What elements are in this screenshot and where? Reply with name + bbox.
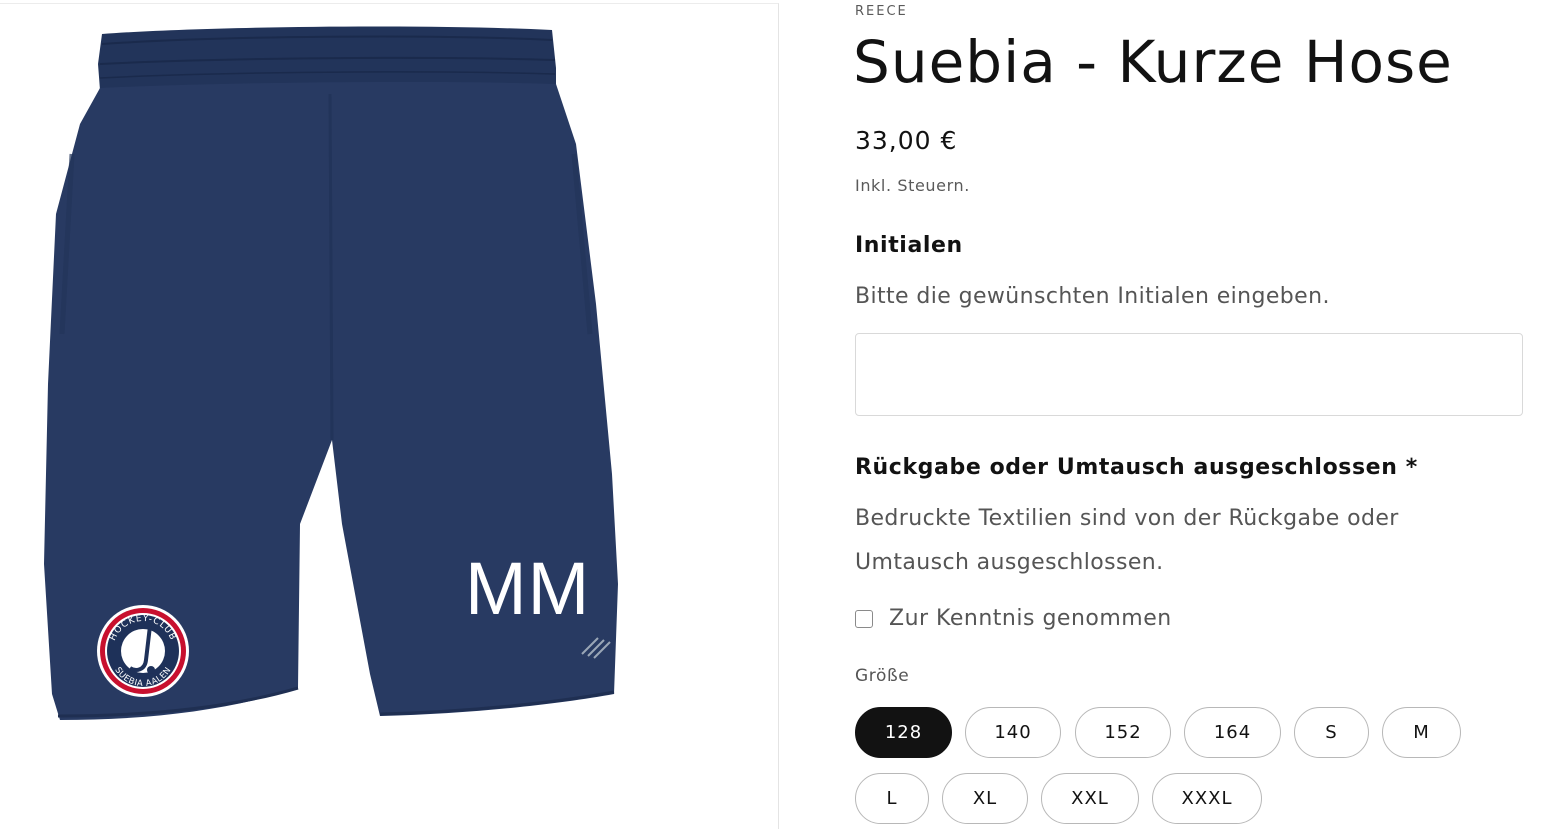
product-image-shorts[interactable]: HOCKEY-CLUB SUEBIA AALEN: [0, 4, 779, 829]
initials-input[interactable]: [855, 333, 1523, 416]
size-option-l[interactable]: L: [855, 773, 929, 824]
acknowledge-checkbox[interactable]: [855, 609, 873, 628]
product-media-panel: HOCKEY-CLUB SUEBIA AALEN MM: [0, 3, 779, 829]
size-option-164[interactable]: 164: [1184, 707, 1281, 758]
initials-label: Initialen: [855, 233, 963, 258]
acknowledge-label[interactable]: Zur Kenntnis genommen: [889, 606, 1172, 631]
tax-note: Inkl. Steuern.: [855, 176, 970, 195]
size-option-152[interactable]: 152: [1075, 707, 1171, 758]
size-option-xl[interactable]: XL: [942, 773, 1028, 824]
product-page: HOCKEY-CLUB SUEBIA AALEN MM REECE Suebia…: [0, 0, 1545, 829]
club-badge-icon: HOCKEY-CLUB SUEBIA AALEN: [97, 605, 189, 697]
size-option-140[interactable]: 140: [965, 707, 1061, 758]
product-price: 33,00 €: [855, 126, 958, 155]
printed-initials: MM: [465, 547, 591, 630]
size-option-s[interactable]: S: [1294, 707, 1369, 758]
return-policy-text: Bedruckte Textilien sind von der Rückgab…: [855, 506, 1399, 575]
initials-help-text: Bitte die gewünschten Initialen eingeben…: [855, 284, 1330, 309]
size-label: Größe: [855, 666, 910, 686]
product-title: Suebia - Kurze Hose: [853, 28, 1453, 96]
size-option-xxl[interactable]: XXL: [1041, 773, 1139, 824]
size-option-xxxl[interactable]: XXXL: [1152, 773, 1262, 824]
product-vendor: REECE: [855, 4, 908, 19]
acknowledge-row[interactable]: Zur Kenntnis genommen: [855, 606, 1172, 631]
size-option-128[interactable]: 128: [855, 707, 952, 758]
return-policy-label: Rückgabe oder Umtausch ausgeschlossen *: [855, 455, 1418, 480]
size-option-m[interactable]: M: [1382, 707, 1461, 758]
